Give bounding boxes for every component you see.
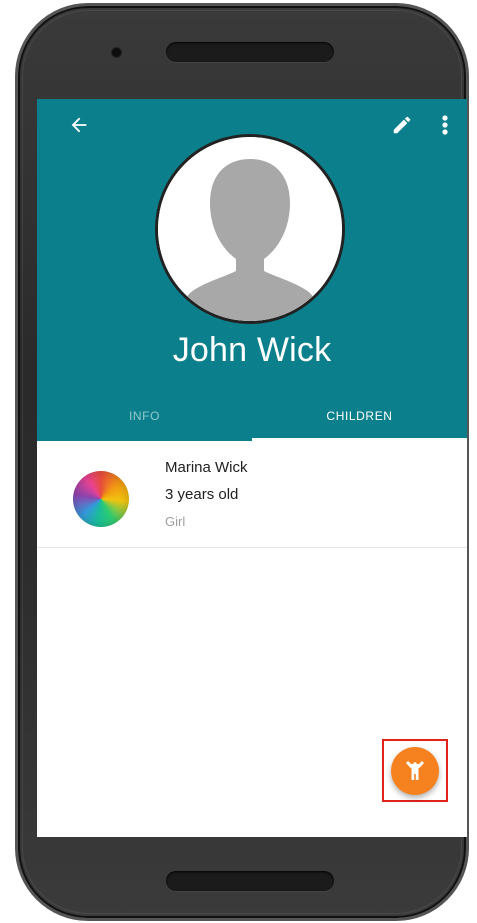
child-avatar xyxy=(73,471,129,527)
add-child-fab[interactable] xyxy=(391,747,439,795)
profile-header: John Wick INFO CHILDREN xyxy=(37,99,467,441)
profile-avatar xyxy=(155,134,345,324)
app-screen: John Wick INFO CHILDREN Marina Wick 3 ye… xyxy=(37,99,467,837)
pencil-icon xyxy=(393,116,411,134)
child-figure-icon xyxy=(406,761,424,780)
edit-button[interactable] xyxy=(387,111,417,139)
list-item-child[interactable]: Marina Wick 3 years old Girl xyxy=(37,447,467,548)
earpiece-speaker xyxy=(166,42,334,62)
tab-indicator xyxy=(252,438,467,441)
bottom-speaker xyxy=(166,871,334,891)
tab-bar: INFO CHILDREN xyxy=(37,391,467,441)
back-button[interactable] xyxy=(65,111,93,139)
profile-name: John Wick xyxy=(172,331,332,369)
person-silhouette-icon xyxy=(158,137,342,321)
tab-children[interactable]: CHILDREN xyxy=(252,391,467,441)
arrow-back-icon xyxy=(71,117,87,133)
child-name: Marina Wick xyxy=(165,459,248,476)
child-gender: Girl xyxy=(165,514,186,529)
more-options-button[interactable] xyxy=(433,111,457,139)
front-camera-icon xyxy=(112,48,121,57)
tab-info[interactable]: INFO xyxy=(37,391,252,441)
page: John Wick INFO CHILDREN Marina Wick 3 ye… xyxy=(0,0,477,923)
more-vert-icon xyxy=(442,115,448,135)
child-age: 3 years old xyxy=(165,486,239,503)
